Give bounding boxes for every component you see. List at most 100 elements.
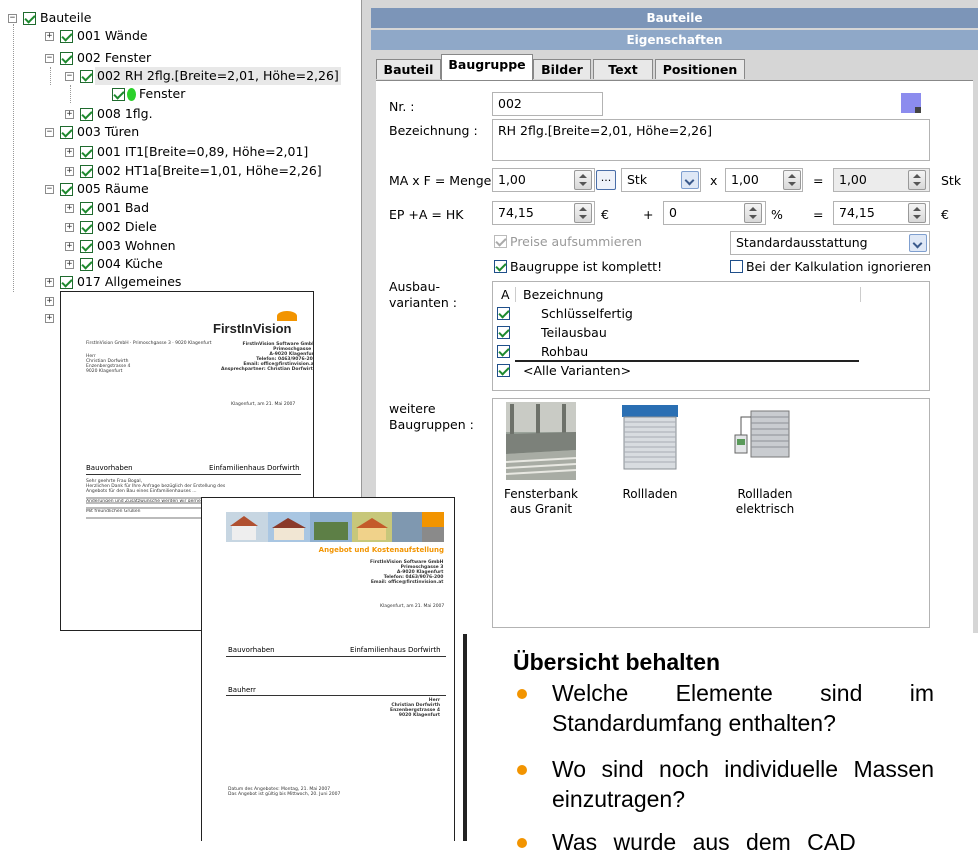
baugruppen-gallery[interactable]: Fensterbank aus Granit Rollladen Rolllad… xyxy=(492,398,930,628)
checkbox-icon[interactable] xyxy=(80,257,93,271)
checkbox-icon[interactable] xyxy=(60,51,73,65)
expand-icon[interactable]: + xyxy=(45,277,54,287)
thumbnail-caption: Rollladen xyxy=(622,487,678,501)
tab-bauteil[interactable]: Bauteil xyxy=(376,59,441,79)
expand-icon[interactable]: + xyxy=(65,222,74,232)
ep-spinner[interactable] xyxy=(574,203,592,223)
tree-item-raeume[interactable]: −005 Räume xyxy=(45,180,151,198)
bullet-icon xyxy=(517,689,527,699)
checkbox-icon[interactable] xyxy=(60,275,73,289)
rule-line xyxy=(86,474,301,475)
properties-panel: Bauteile Eigenschaften Bauteil Baugruppe… xyxy=(371,0,978,634)
project-label: Bauvorhaben xyxy=(86,464,133,472)
tree-item-rh-2flg[interactable]: −002 RH 2flg.[Breite=2,01, Höhe=2,26] xyxy=(65,67,341,85)
times-sign: x xyxy=(710,173,718,188)
expand-icon[interactable]: + xyxy=(65,259,74,269)
ausstattung-select[interactable]: Standardausstattung xyxy=(730,231,930,255)
collapse-icon[interactable]: − xyxy=(45,127,54,137)
green-status-icon xyxy=(127,87,136,101)
checkbox-icon[interactable] xyxy=(80,107,93,121)
bullet-text: Wo sind noch individuelle Massen einzutr… xyxy=(552,756,934,812)
checkbox-icon[interactable] xyxy=(23,11,36,25)
euro-sign: € xyxy=(601,207,609,222)
varianten-table[interactable]: A Bezeichnung Schlüsselfertig Teilausbau… xyxy=(492,281,930,391)
tab-text[interactable]: Text xyxy=(593,59,653,79)
tree-item-bauteile[interactable]: − Bauteile xyxy=(8,9,93,27)
checkbox-icon[interactable] xyxy=(80,164,93,178)
checkbox-icon[interactable] xyxy=(60,125,73,139)
expand-icon[interactable]: + xyxy=(65,241,74,251)
nr-input[interactable]: 002 xyxy=(492,92,603,116)
table-row[interactable]: <Alle Varianten> xyxy=(493,361,863,380)
tab-bilder[interactable]: Bilder xyxy=(533,59,591,79)
row-checkbox[interactable] xyxy=(497,345,510,358)
menge-label: MA x F = Menge xyxy=(389,173,492,188)
tree-item-kueche[interactable]: +004 Küche xyxy=(65,255,165,273)
hk-spinner[interactable] xyxy=(908,203,926,223)
tree-item-wohnen[interactable]: +003 Wohnen xyxy=(65,237,178,255)
tree-item-tueren[interactable]: −003 Türen xyxy=(45,123,141,141)
collapse-icon[interactable]: − xyxy=(45,53,54,63)
tree-item-allgemeines[interactable]: +017 Allgemeines xyxy=(45,273,183,291)
table-row[interactable]: Schlüsselfertig xyxy=(493,304,863,323)
color-picker-icon[interactable] xyxy=(901,93,921,113)
tree-item-fenster-group[interactable]: −002 Fenster xyxy=(45,49,153,67)
collapse-icon[interactable]: − xyxy=(8,13,17,23)
checkbox-icon[interactable] xyxy=(80,220,93,234)
expand-icon[interactable]: + xyxy=(65,147,74,157)
tree-item-it1[interactable]: +001 IT1[Breite=0,89, Höhe=2,01] xyxy=(65,143,310,161)
komplett-checkbox[interactable] xyxy=(494,260,507,273)
collapse-icon[interactable]: − xyxy=(65,71,74,81)
expand-icon[interactable]: + xyxy=(65,166,74,176)
chevron-down-icon[interactable] xyxy=(681,171,699,189)
weitere-label: weitere Baugruppen : xyxy=(389,401,474,432)
section-heading: Übersicht behalten xyxy=(513,649,721,675)
plus-sign: + xyxy=(643,207,654,222)
ma-spinner[interactable] xyxy=(574,170,592,190)
tree-item-diele[interactable]: +002 Diele xyxy=(65,218,159,236)
factor-spinner[interactable] xyxy=(783,170,801,190)
table-row[interactable]: Rohbau xyxy=(493,342,863,361)
collapse-icon[interactable]: − xyxy=(45,184,54,194)
aufschlag-spinner[interactable] xyxy=(744,203,762,223)
ignorieren-checkbox[interactable] xyxy=(730,260,743,273)
expand-icon[interactable]: + xyxy=(45,313,54,323)
preise-checkbox xyxy=(494,235,507,248)
checkbox-icon[interactable] xyxy=(80,201,93,215)
row-checkbox[interactable] xyxy=(497,364,510,377)
expand-icon[interactable]: + xyxy=(65,203,74,213)
row-checkbox[interactable] xyxy=(497,326,510,339)
bezeichnung-label: Bezeichnung : xyxy=(389,123,478,138)
component-tree[interactable]: − Bauteile +001 Wände −002 Fenster −002 R… xyxy=(0,0,360,306)
fensterbank-thumbnail[interactable] xyxy=(505,402,577,480)
checkbox-icon[interactable] xyxy=(112,87,125,101)
checkbox-icon[interactable] xyxy=(60,182,73,196)
rollladen-thumbnail[interactable] xyxy=(618,402,682,472)
rollladen-elektrisch-thumbnail[interactable] xyxy=(729,407,793,471)
tree-item-fenster[interactable]: Fenster xyxy=(112,85,187,103)
bezeichnung-input[interactable]: RH 2flg.[Breite=2,01, Höhe=2,26] xyxy=(492,119,930,161)
chevron-down-icon[interactable] xyxy=(909,234,927,252)
expand-icon[interactable]: + xyxy=(45,31,54,41)
expand-icon[interactable]: + xyxy=(45,296,54,306)
checkbox-icon[interactable] xyxy=(80,145,93,159)
tree-item-collapsed[interactable]: + xyxy=(45,309,60,327)
tab-baugruppe[interactable]: Baugruppe xyxy=(441,54,533,80)
expand-icon[interactable]: + xyxy=(65,109,74,119)
tree-item-1flg[interactable]: +008 1flg. xyxy=(65,105,155,123)
checkbox-icon[interactable] xyxy=(60,29,73,43)
tree-item-waende[interactable]: +001 Wände xyxy=(45,27,150,45)
tree-item-collapsed[interactable]: + xyxy=(45,292,60,310)
row-checkbox[interactable] xyxy=(497,307,510,320)
checkbox-icon[interactable] xyxy=(80,69,93,83)
tab-positionen[interactable]: Positionen xyxy=(655,59,745,79)
browse-button[interactable]: ... xyxy=(596,170,616,190)
divider-line xyxy=(463,633,467,841)
checkbox-icon[interactable] xyxy=(80,239,93,253)
tree-item-ht1a[interactable]: +002 HT1a[Breite=1,01, Höhe=2,26] xyxy=(65,162,324,180)
menge-spinner[interactable] xyxy=(908,170,926,190)
percent-sign: % xyxy=(771,207,783,222)
table-row[interactable]: Teilausbau xyxy=(493,323,863,342)
rule-line xyxy=(226,656,446,657)
tree-item-bad[interactable]: +001 Bad xyxy=(65,199,151,217)
